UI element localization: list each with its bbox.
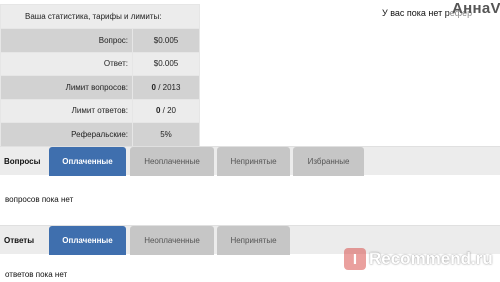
tab-questions-favorites[interactable]: Избранные [293,147,364,176]
tab-questions-paid[interactable]: Оплаченные [49,147,126,176]
answers-title: Ответы [4,236,35,245]
referral-notice-text: У вас пока нет р [382,8,450,18]
stats-row: Реферальские: 5% [0,122,200,147]
irecommend-logo-icon: I [344,248,366,270]
tab-answers-paid[interactable]: Оплаченные [49,226,126,255]
stats-label: Ответ: [0,51,133,76]
stats-label: Реферальские: [0,122,133,147]
username-watermark: АннаV [452,0,500,17]
stats-row: Лимит вопросов: 0 / 2013 [0,75,200,100]
questions-empty-text: вопросов пока нет [5,195,74,204]
questions-title: Вопросы [4,157,41,166]
stats-label: Лимит ответов: [0,98,133,123]
tab-answers-rejected[interactable]: Непринятые [217,226,290,255]
tab-questions-unpaid[interactable]: Неоплаченные [130,147,214,176]
stats-table: Ваша статистика, тарифы и лимиты: Вопрос… [0,4,200,147]
stats-value: $0.005 [132,51,200,76]
questions-tab-bar: Вопросы Оплаченные Неоплаченные Непринят… [0,146,500,176]
tab-answers-unpaid[interactable]: Неоплаченные [130,226,214,255]
stats-row: Лимит ответов: 0 / 20 [0,98,200,123]
stats-value-limit: / 20 [160,106,177,116]
stats-value: $0.005 [132,28,200,53]
tab-questions-rejected[interactable]: Непринятые [217,147,290,176]
irecommend-watermark: I Recommend.ru [344,246,493,272]
irecommend-text: Recommend.ru [369,249,493,268]
stats-value: 0 / 2013 [132,75,200,100]
stats-title-row: Ваша статистика, тарифы и лимиты: [0,4,200,29]
stats-row: Вопрос: $0.005 [0,28,200,53]
stats-title: Ваша статистика, тарифы и лимиты: [0,4,200,29]
stats-row: Ответ: $0.005 [0,51,200,76]
stats-value: 0 / 20 [132,98,200,123]
stats-value: 5% [132,122,200,147]
stats-label: Лимит вопросов: [0,75,133,100]
answers-empty-text: ответов пока нет [5,270,68,279]
stats-label: Вопрос: [0,28,133,53]
stats-value-limit: / 2013 [155,82,181,92]
